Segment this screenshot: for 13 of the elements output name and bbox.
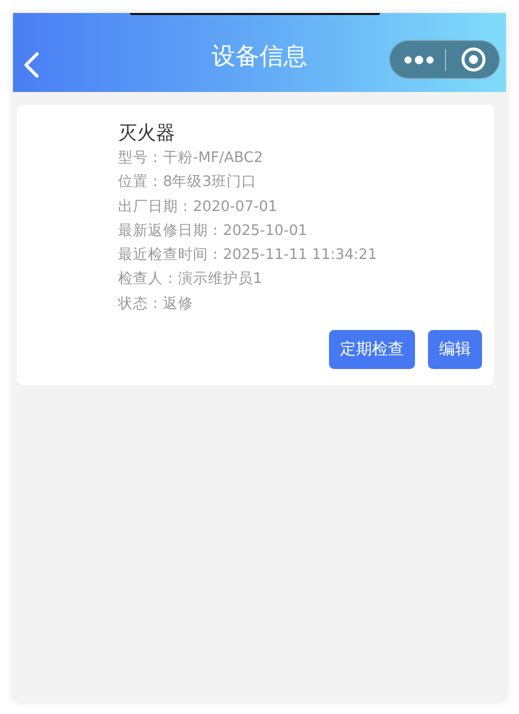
device-detail: 状态：返修 (118, 294, 194, 314)
edit-button[interactable]: 编辑 (428, 330, 482, 370)
more-icon[interactable] (404, 54, 434, 64)
device-detail: 型号：干粉-MF/ABC2 (118, 149, 264, 168)
device-detail: 最近检查时间：2025-11-11 11:34:21 (118, 246, 378, 266)
back-icon[interactable] (22, 51, 40, 79)
device-detail: 位置：8年级3班门口 (118, 172, 258, 192)
device-detail: 检查人：演示维护员1 (118, 270, 264, 290)
device-name: 灭火器 (118, 121, 176, 146)
inspect-button[interactable]: 定期检查 (329, 330, 415, 370)
device-detail: 最新返修日期：2025-10-01 (118, 222, 308, 241)
device-detail: 出厂日期：2020-07-01 (118, 198, 278, 217)
page-title: 设备信息 (212, 40, 308, 72)
